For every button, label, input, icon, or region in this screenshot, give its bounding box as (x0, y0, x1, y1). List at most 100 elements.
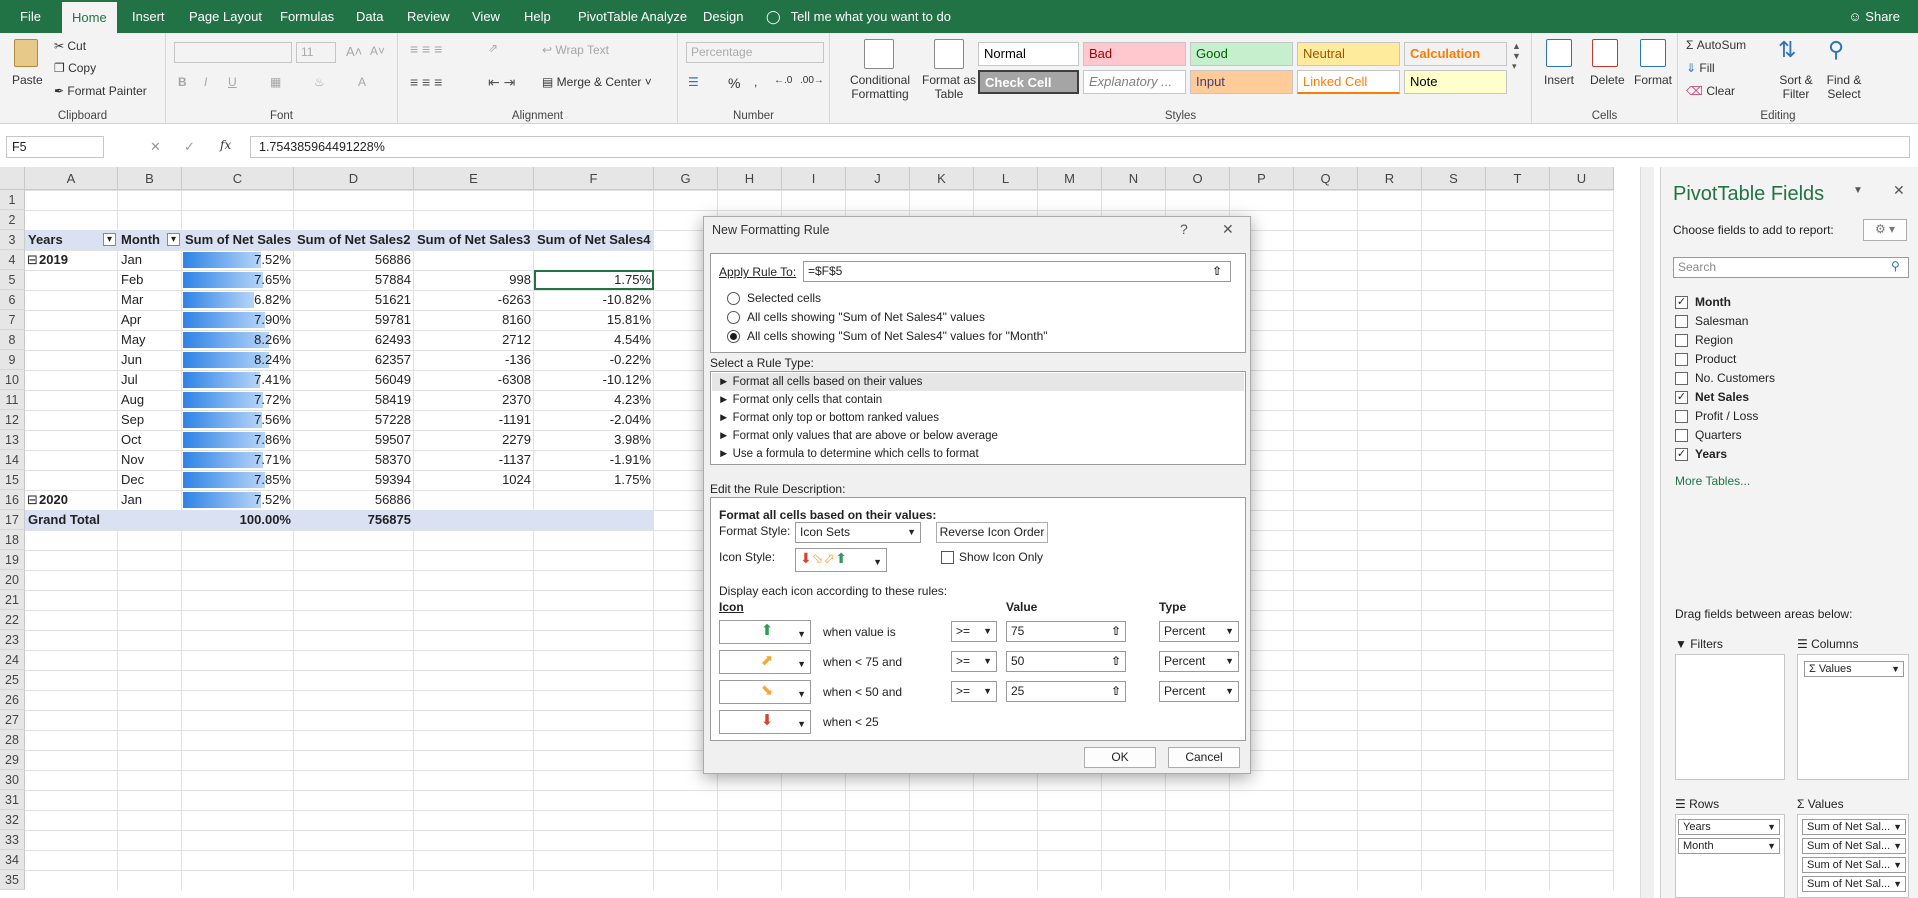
pane-close-icon[interactable]: ✕ (1893, 182, 1905, 199)
radio-all-cells-values[interactable] (727, 311, 740, 324)
cell[interactable] (25, 270, 118, 290)
style-calculation[interactable]: Calculation (1404, 42, 1507, 66)
row-header[interactable]: 5 (0, 270, 25, 290)
row-header[interactable]: 1 (0, 190, 25, 210)
row-header[interactable]: 11 (0, 390, 25, 410)
cell[interactable]: -10.82% (534, 290, 654, 310)
format-painter-button[interactable]: ✒ Format Painter (54, 84, 147, 98)
column-header[interactable]: R (1358, 167, 1422, 190)
row-header[interactable]: 6 (0, 290, 25, 310)
value-input[interactable]: 25 ⇧ (1006, 681, 1126, 702)
columns-area[interactable]: Σ Values ▼ (1797, 654, 1909, 780)
field-search-input[interactable]: Search (1673, 257, 1909, 278)
tab-page-layout[interactable]: Page Layout (189, 0, 262, 33)
row-header[interactable]: 10 (0, 370, 25, 390)
cell[interactable] (25, 450, 118, 470)
cell[interactable] (25, 290, 118, 310)
operator-select[interactable]: >= ▼ (951, 621, 997, 642)
column-header[interactable]: H (718, 167, 782, 190)
cell[interactable]: 8.26% (182, 330, 294, 350)
rows-area[interactable]: Years ▼ Month ▼ (1675, 814, 1785, 898)
column-header[interactable]: M (1038, 167, 1102, 190)
tab-insert[interactable]: Insert (132, 0, 165, 33)
more-tables-link[interactable]: More Tables... (1675, 474, 1750, 488)
cell[interactable]: -10.12% (534, 370, 654, 390)
cell[interactable]: 58370 (294, 450, 414, 470)
cell[interactable] (25, 430, 118, 450)
cell[interactable]: -2.04% (534, 410, 654, 430)
cell[interactable]: 4.23% (534, 390, 654, 410)
field-checkbox[interactable]: ✓ (1675, 391, 1688, 404)
font-size-box[interactable]: 11 (296, 42, 336, 63)
tab-home[interactable]: Home (62, 2, 117, 33)
filters-area[interactable] (1675, 654, 1785, 780)
field-label[interactable]: Net Sales (1695, 388, 1749, 407)
number-format-box[interactable]: Percentage (686, 42, 824, 63)
cell[interactable]: -6308 (414, 370, 534, 390)
cell[interactable]: 7.41% (182, 370, 294, 390)
cell[interactable]: 62357 (294, 350, 414, 370)
style-note[interactable]: Note (1404, 70, 1507, 94)
comma-icon[interactable]: , (754, 75, 757, 89)
row-header[interactable]: 33 (0, 830, 25, 850)
icon-select[interactable]: ⬇ ▼ (719, 710, 811, 734)
pane-options-icon[interactable]: ▼ (1853, 185, 1863, 196)
values-pill[interactable]: Sum of Net Sal... ▼ (1802, 876, 1906, 892)
currency-icon[interactable]: ☰ (688, 75, 699, 89)
cell[interactable] (25, 410, 118, 430)
rule-type-item[interactable]: ► Format only cells that contain (712, 391, 1244, 409)
cell[interactable]: 56886 (294, 250, 414, 270)
row-header[interactable]: 32 (0, 810, 25, 830)
icon-select[interactable]: ⬈ ▼ (719, 650, 811, 674)
range-collapse-icon[interactable]: ⇧ (1212, 264, 1222, 278)
field-checkbox[interactable]: ✓ (1675, 296, 1688, 309)
column-header[interactable]: E (414, 167, 534, 190)
cell[interactable]: Dec (118, 470, 182, 490)
row-header[interactable]: 14 (0, 450, 25, 470)
cell[interactable] (534, 490, 654, 510)
cell[interactable]: -0.22% (534, 350, 654, 370)
column-header[interactable]: A (25, 167, 118, 190)
value-input[interactable]: 75 ⇧ (1006, 621, 1126, 642)
cell[interactable]: 7.90% (182, 310, 294, 330)
column-header[interactable]: K (910, 167, 974, 190)
cell[interactable]: Years ▾ (25, 230, 118, 250)
collapse-icon[interactable]: ⊟ (27, 490, 38, 510)
decrease-font-icon[interactable]: A˅ (370, 44, 385, 58)
cell[interactable]: Jun (118, 350, 182, 370)
rule-type-item[interactable]: ► Use a formula to determine which cells… (712, 445, 1244, 463)
cell[interactable] (25, 350, 118, 370)
column-header[interactable]: C (182, 167, 294, 190)
style-explanatory[interactable]: Explanatory ... (1083, 70, 1186, 94)
icon-style-select[interactable]: ⬇⬂⬀⬆ ▼ (795, 548, 887, 572)
tab-formulas[interactable]: Formulas (280, 0, 334, 33)
row-header[interactable]: 13 (0, 430, 25, 450)
field-label[interactable]: Salesman (1695, 312, 1748, 331)
rule-type-item[interactable]: ► Format all cells based on their values (712, 373, 1244, 391)
share-button[interactable]: ☺ Share (1848, 0, 1900, 33)
field-checkbox[interactable] (1675, 410, 1688, 423)
row-header[interactable]: 3 (0, 230, 25, 250)
radio-all-cells-month[interactable] (727, 330, 740, 343)
row-header[interactable]: 4 (0, 250, 25, 270)
tab-design[interactable]: Design (703, 0, 743, 33)
fill-color-icon[interactable]: ♨ (314, 75, 325, 89)
bold-button[interactable]: B (178, 75, 187, 89)
cell[interactable]: Sum of Net Sales2 (294, 230, 414, 250)
cell[interactable]: 8160 (414, 310, 534, 330)
column-header[interactable]: F (534, 167, 654, 190)
field-checkbox[interactable] (1675, 429, 1688, 442)
ok-button[interactable]: OK (1084, 747, 1156, 768)
orientation-icon[interactable]: ⇗ (488, 41, 498, 55)
cell[interactable]: Grand Total (25, 510, 118, 530)
format-style-select[interactable]: Icon Sets ▼ (795, 522, 921, 543)
decrease-decimal-icon[interactable]: .00→ (800, 75, 824, 86)
row-header[interactable]: 15 (0, 470, 25, 490)
cell[interactable] (414, 510, 534, 530)
cell[interactable]: 2020 ⊟ (25, 490, 118, 510)
type-select[interactable]: Percent ▼ (1159, 681, 1239, 702)
borders-icon[interactable]: ▦ (270, 75, 281, 89)
reverse-icon-order-button[interactable]: Reverse Icon Order (936, 522, 1048, 543)
column-header[interactable]: L (974, 167, 1038, 190)
cell[interactable]: Sep (118, 410, 182, 430)
